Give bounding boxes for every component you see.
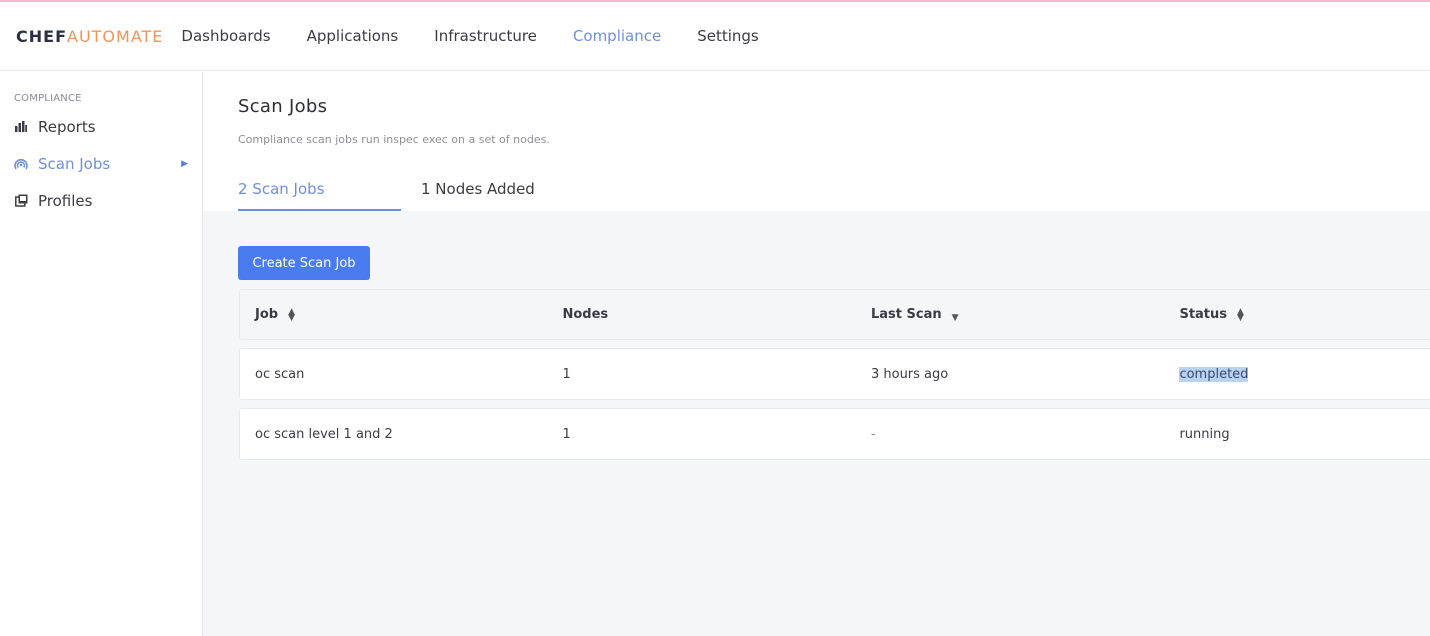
column-header-nodes: Nodes — [547, 307, 855, 322]
sidebar-item-label: Reports — [38, 117, 96, 136]
main-content: Scan Jobs Compliance scan jobs run inspe… — [203, 72, 1430, 636]
column-header-job[interactable]: Job ▲ ▼ — [240, 307, 547, 322]
column-label: Job — [255, 307, 279, 322]
logo-automate: AUTOMATE — [67, 26, 164, 46]
table-header: Job ▲ ▼ Nodes Last Scan ▼ Status ▲ ▼ — [239, 289, 1430, 340]
nav-infrastructure[interactable]: Infrastructure — [434, 27, 537, 45]
sidebar-item-label: Scan Jobs — [38, 154, 111, 173]
page-description: Compliance scan jobs run inspec exec on … — [238, 133, 550, 146]
radar-icon — [14, 157, 28, 171]
sort-desc-icon[interactable]: ▼ — [952, 313, 959, 323]
sort-both-icon[interactable]: ▲ ▼ — [288, 307, 295, 322]
sidebar-item-reports[interactable]: Reports — [0, 108, 202, 145]
column-header-status[interactable]: Status ▲ ▼ — [1164, 307, 1430, 322]
nav-applications[interactable]: Applications — [307, 27, 399, 45]
cell-status: running — [1164, 427, 1430, 442]
create-scan-job-button[interactable]: Create Scan Job — [238, 246, 370, 280]
cell-nodes: 1 — [562, 366, 571, 382]
column-label: Nodes — [562, 307, 609, 322]
column-label: Status — [1179, 307, 1228, 322]
bar-chart-icon — [14, 120, 28, 134]
top-navigation: CHEF AUTOMATE Dashboards Applications Inf… — [0, 2, 1430, 71]
logo-chef: CHEF — [16, 26, 67, 46]
cell-nodes: 1 — [562, 426, 571, 442]
stacked-pages-icon — [14, 194, 28, 208]
chef-automate-logo[interactable]: CHEF AUTOMATE — [16, 27, 163, 46]
status-text: completed — [1179, 366, 1249, 382]
sort-both-icon[interactable]: ▲ ▼ — [1237, 307, 1244, 322]
scan-jobs-table: Job ▲ ▼ Nodes Last Scan ▼ Status ▲ ▼ oc sc… — [239, 289, 1430, 460]
page-title: Scan Jobs — [238, 96, 328, 117]
tabs: 2 Scan Jobs 1 Nodes Added — [238, 180, 535, 211]
cell-status: completed — [1164, 366, 1430, 382]
nav-dashboards[interactable]: Dashboards — [181, 27, 270, 45]
column-header-last-scan[interactable]: Last Scan ▼ — [856, 307, 1164, 323]
caret-right-icon: ▶ — [181, 158, 188, 169]
tab-scan-jobs[interactable]: 2 Scan Jobs — [238, 180, 401, 211]
column-label: Last Scan — [870, 307, 942, 322]
nav-settings[interactable]: Settings — [697, 27, 759, 45]
sidebar-item-label: Profiles — [38, 191, 93, 210]
cell-job: oc scan — [255, 366, 305, 382]
sidebar-section-label: COMPLIANCE — [14, 93, 82, 104]
sidebar: COMPLIANCE Reports Scan Jobs ▶ Profiles — [0, 72, 203, 636]
tab-nodes-added[interactable]: 1 Nodes Added — [421, 180, 535, 211]
sidebar-item-scan-jobs[interactable]: Scan Jobs ▶ — [0, 145, 202, 182]
table-row[interactable]: oc scan level 1 and 2 1 - running — [239, 408, 1430, 460]
table-row[interactable]: oc scan 1 3 hours ago completed — [239, 348, 1430, 400]
sidebar-item-profiles[interactable]: Profiles — [0, 182, 202, 219]
nav-compliance[interactable]: Compliance — [573, 27, 661, 45]
status-text: running — [1179, 426, 1230, 442]
cell-job: oc scan level 1 and 2 — [255, 426, 393, 442]
page-header: Scan Jobs Compliance scan jobs run inspe… — [203, 72, 1430, 211]
cell-last-scan: 3 hours ago — [870, 366, 949, 382]
cell-last-scan: - — [870, 426, 876, 442]
